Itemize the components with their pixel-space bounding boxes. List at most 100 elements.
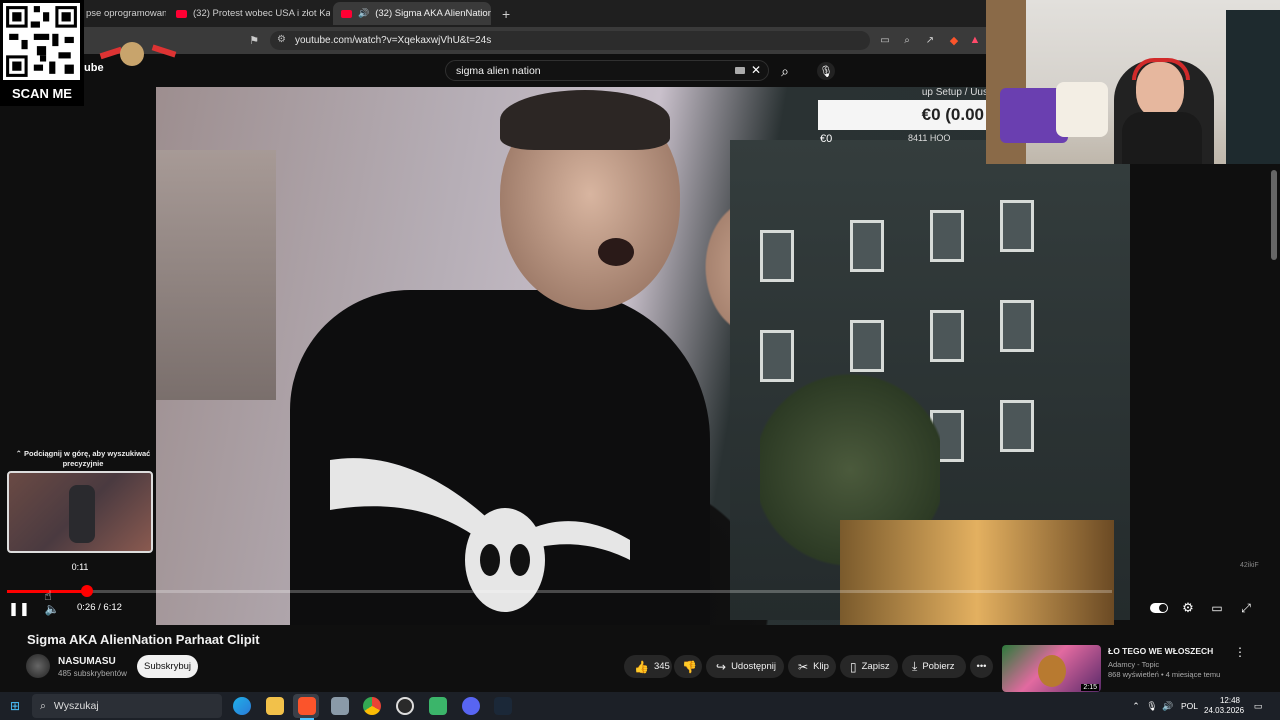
webcam-chair bbox=[1056, 82, 1108, 137]
share-page-icon[interactable]: ↗ bbox=[923, 33, 937, 47]
thumbs-up-icon: 👍 bbox=[634, 659, 649, 674]
windows-start-icon[interactable]: ⊞ bbox=[8, 699, 22, 713]
recommended-thumbnail[interactable]: 2:15 bbox=[1002, 645, 1101, 692]
webcam-window bbox=[1226, 10, 1280, 164]
video-shopfront bbox=[840, 520, 1114, 625]
miniplayer-icon[interactable]: ▭ bbox=[1209, 600, 1225, 616]
microphone-icon[interactable]: 🎙 bbox=[1146, 700, 1157, 712]
logo-decoration bbox=[99, 42, 180, 70]
video-building-left bbox=[156, 150, 276, 400]
app-icon-green[interactable] bbox=[429, 697, 447, 715]
video-overlay-price-small: €0 bbox=[820, 133, 833, 145]
scissors-icon: ✂ bbox=[798, 659, 809, 674]
clock-date: 24.03.2026 bbox=[1204, 706, 1245, 715]
search-input-value: sigma alien nation bbox=[456, 64, 541, 77]
youtube-favicon-icon bbox=[176, 9, 187, 18]
cast-icon[interactable]: ▭ bbox=[878, 33, 892, 47]
scan-me-label: SCAN ME bbox=[12, 86, 72, 101]
save-icon: ▯ bbox=[850, 659, 857, 674]
youtube-favicon-icon bbox=[341, 9, 352, 18]
discord-icon[interactable] bbox=[462, 697, 480, 715]
taskbar-search[interactable]: ⌕ Wyszukaj bbox=[32, 694, 222, 718]
clock-time: 12:48 bbox=[1219, 696, 1240, 705]
clock[interactable]: 12:48 24.03.2026 bbox=[1204, 696, 1245, 716]
chrome-icon[interactable] bbox=[363, 697, 381, 715]
tray-chevron-icon[interactable]: ⌃ bbox=[1131, 700, 1141, 712]
search-input[interactable]: sigma alien nation ✕ bbox=[445, 60, 769, 81]
settings-gear-icon[interactable]: ⚙ bbox=[1180, 600, 1196, 616]
progress-scrubber[interactable] bbox=[81, 585, 93, 597]
video-overlay-sub: 8411 HOO bbox=[908, 133, 951, 143]
brave-rewards-icon[interactable]: ▲ bbox=[968, 33, 982, 47]
channel-subscribers: 485 subskrybentów bbox=[58, 669, 127, 678]
search-icon[interactable]: ⌕ bbox=[776, 62, 794, 80]
brave-icon[interactable] bbox=[298, 697, 316, 715]
like-button[interactable]: 👍 345 bbox=[624, 655, 672, 678]
share-button[interactable]: ↪ Udostępnij bbox=[706, 655, 784, 678]
video-person-hair bbox=[500, 90, 670, 150]
progress-bar[interactable] bbox=[7, 590, 1112, 593]
site-info-icon[interactable]: ⚙ bbox=[277, 34, 286, 45]
download-button[interactable]: ⤓ Pobierz bbox=[902, 655, 966, 678]
like-count: 345 bbox=[653, 661, 670, 672]
volume-icon[interactable]: 🔈 bbox=[44, 601, 60, 617]
video-overlay-price: €0 (0.00 bbox=[818, 100, 988, 130]
tab-software[interactable]: pse oprogramowan bbox=[78, 2, 166, 25]
app-icon[interactable] bbox=[331, 697, 349, 715]
edge-icon[interactable] bbox=[233, 697, 251, 715]
scrub-preview-thumbnail bbox=[7, 471, 153, 553]
webcam-streamer-shirt bbox=[1122, 112, 1202, 164]
taskbar-search-placeholder: Wyszukaj bbox=[53, 700, 99, 712]
subscribe-button[interactable]: Subskrybuj bbox=[137, 655, 198, 678]
download-icon: ⤓ bbox=[912, 659, 918, 673]
zoom-icon[interactable]: ⌕ bbox=[900, 33, 914, 47]
recommended-menu-icon[interactable]: ⋮ bbox=[1234, 645, 1246, 659]
video-person-mouth bbox=[598, 238, 634, 266]
time-display: 0:26 / 6:12 bbox=[77, 602, 122, 613]
keyboard-icon[interactable] bbox=[735, 67, 745, 74]
autoplay-toggle[interactable] bbox=[1150, 601, 1168, 615]
more-actions-button[interactable]: ••• bbox=[970, 655, 993, 678]
dislike-button[interactable]: 👎 bbox=[674, 655, 702, 678]
video-title: Sigma AKA AlienNation Parhaat Clipit bbox=[27, 632, 260, 647]
file-explorer-icon[interactable] bbox=[266, 697, 284, 715]
tab-sigma[interactable]: 🔊 (32) Sigma AKA AlienNation P ✕ bbox=[333, 2, 491, 25]
thumbs-down-icon: 👎 bbox=[682, 659, 697, 674]
brave-shield-icon[interactable]: ◆ bbox=[946, 33, 962, 47]
qr-code-icon bbox=[3, 3, 80, 80]
clear-search-icon[interactable]: ✕ bbox=[751, 63, 761, 77]
channel-name[interactable]: NASUMASU bbox=[58, 656, 116, 667]
webcam-overlay bbox=[986, 0, 1280, 164]
pause-icon[interactable]: ❚❚ bbox=[8, 601, 30, 617]
channel-avatar[interactable] bbox=[26, 654, 50, 678]
new-tab-button[interactable]: + bbox=[494, 2, 518, 25]
fullscreen-icon[interactable]: ⤢ bbox=[1238, 600, 1254, 616]
obs-icon[interactable] bbox=[396, 697, 414, 715]
recommended-channel[interactable]: Adamcy - Topic bbox=[1108, 660, 1159, 669]
url-text: youtube.com/watch?v=XqekaxwjVhU&t=24s bbox=[295, 35, 492, 46]
tab-label: (32) Protest wobec USA i złot Kamrat bbox=[193, 8, 330, 19]
steam-icon[interactable] bbox=[494, 697, 512, 715]
tab-protest[interactable]: (32) Protest wobec USA i złot Kamrat ✕ bbox=[168, 2, 330, 25]
recommended-duration: 2:15 bbox=[1081, 684, 1099, 691]
input-language[interactable]: POL bbox=[1181, 701, 1198, 711]
tab-label: (32) Sigma AKA AlienNation P bbox=[375, 8, 491, 19]
save-button[interactable]: ▯ Zapisz bbox=[840, 655, 898, 678]
video-watermark: 42ikiF bbox=[1240, 562, 1259, 569]
share-icon: ↪ bbox=[716, 659, 727, 674]
page-scrollbar[interactable] bbox=[1271, 170, 1277, 260]
recommended-meta: 868 wyświetleń • 4 miesiące temu bbox=[1108, 670, 1221, 679]
notifications-icon[interactable]: ▭ bbox=[1252, 700, 1264, 712]
speaker-icon[interactable]: 🔊 bbox=[1162, 700, 1174, 712]
scrub-hint: ⌃ Podciągnij w górę, aby wyszukiwać prec… bbox=[15, 449, 151, 468]
more-icon: ••• bbox=[976, 661, 987, 672]
bookmark-icon[interactable]: ⚑ bbox=[246, 33, 262, 47]
speaker-icon: 🔊 bbox=[358, 8, 370, 18]
video-overlay-heading: up Setup / Uus bbox=[921, 87, 988, 98]
scrub-preview-time: 0:11 bbox=[71, 562, 89, 572]
url-field[interactable]: ⚙ youtube.com/watch?v=XqekaxwjVhU&t=24s bbox=[270, 31, 870, 50]
recommended-title[interactable]: ŁO TEGO WE WŁOSZECH bbox=[1108, 646, 1213, 656]
clip-button[interactable]: ✂ Klip bbox=[788, 655, 836, 678]
voice-search-icon[interactable]: 🎙 bbox=[817, 62, 835, 80]
tab-label: pse oprogramowan bbox=[86, 8, 166, 19]
